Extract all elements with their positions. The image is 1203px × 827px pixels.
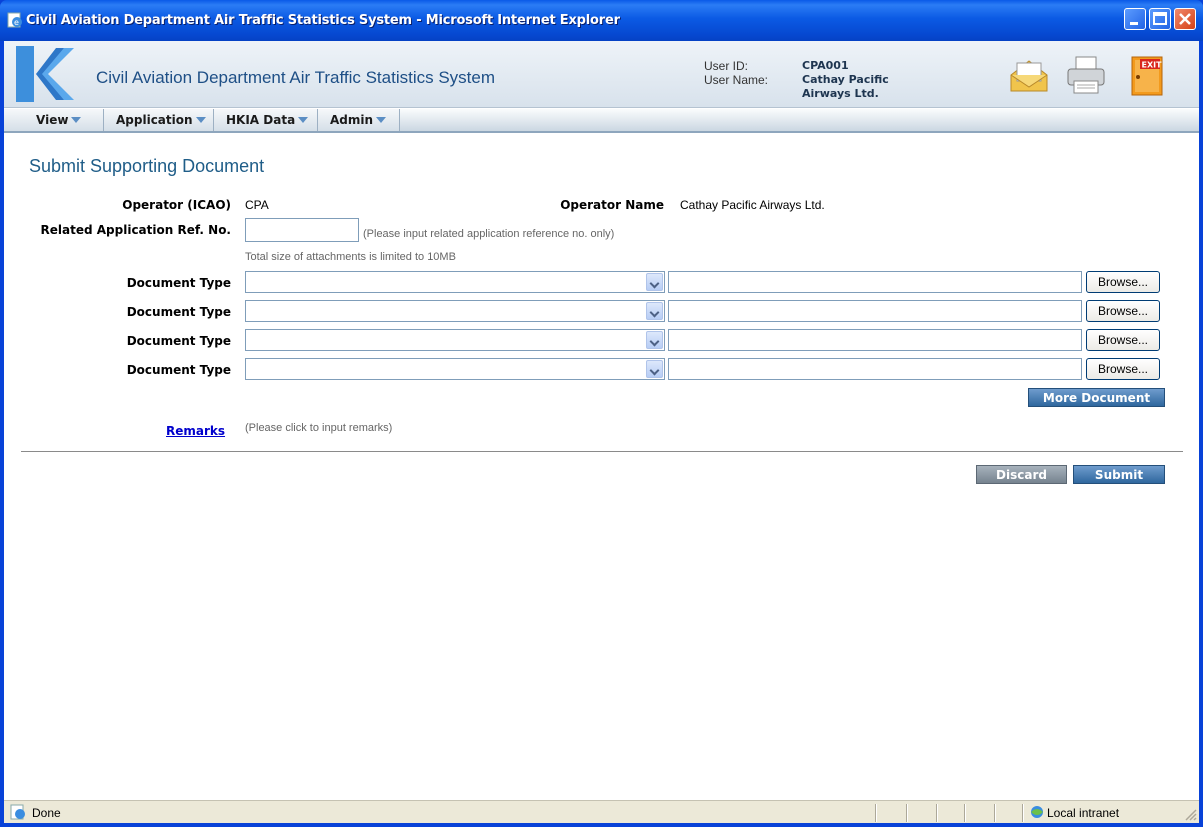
mail-icon[interactable] <box>1007 53 1051 97</box>
file-path-input[interactable] <box>668 329 1082 351</box>
app-title: Civil Aviation Department Air Traffic St… <box>96 68 496 87</box>
exit-icon[interactable]: EXIT <box>1124 53 1168 97</box>
maximize-icon <box>1153 12 1167 25</box>
close-button[interactable] <box>1174 8 1196 30</box>
browse-button[interactable]: Browse... <box>1086 300 1160 322</box>
user-id-label: User ID: <box>704 59 749 73</box>
menu-bar: View Application HKIA Data Admin <box>4 109 1199 133</box>
menu-view[interactable]: View <box>24 109 104 131</box>
menu-hkia-data[interactable]: HKIA Data <box>214 109 318 131</box>
ref-no-hint: (Please input related application refere… <box>363 228 615 240</box>
ref-no-input[interactable] <box>245 218 359 242</box>
operator-name-label: Operator Name <box>560 198 664 212</box>
file-path-input[interactable] <box>668 271 1082 293</box>
document-type-select[interactable] <box>245 271 665 293</box>
resize-grip-icon[interactable] <box>1184 808 1198 822</box>
chevron-down-icon <box>195 117 206 123</box>
menu-application[interactable]: Application <box>104 109 214 131</box>
chevron-down-icon <box>298 117 309 123</box>
close-icon <box>1179 13 1191 25</box>
document-type-label: Document Type <box>126 334 231 348</box>
status-divider <box>994 804 995 822</box>
printer-icon[interactable] <box>1064 53 1108 97</box>
document-type-select[interactable] <box>245 329 665 351</box>
minimize-icon <box>1130 22 1138 25</box>
divider <box>21 451 1183 452</box>
discard-button[interactable]: Discard <box>976 465 1067 484</box>
title-bar[interactable]: e Civil Aviation Department Air Traffic … <box>0 0 1203 41</box>
user-name-value-line2: Airways Ltd. <box>802 87 879 100</box>
chevron-down-icon[interactable] <box>646 273 663 291</box>
status-divider <box>1022 804 1023 822</box>
ie-page-icon <box>10 804 25 820</box>
remarks-hint: (Please click to input remarks) <box>245 422 393 434</box>
menu-hkia-data-label: HKIA Data <box>226 113 296 127</box>
document-type-select[interactable] <box>245 300 665 322</box>
size-limit-hint: Total size of attachments is limited to … <box>245 251 456 263</box>
menu-view-label: View <box>36 113 69 127</box>
browse-button[interactable]: Browse... <box>1086 358 1160 380</box>
status-divider <box>964 804 965 822</box>
app-header: Civil Aviation Department Air Traffic St… <box>4 41 1199 108</box>
status-text: Done <box>32 806 61 820</box>
file-path-input[interactable] <box>668 300 1082 322</box>
status-divider <box>936 804 937 822</box>
menu-admin-label: Admin <box>330 113 374 127</box>
status-bar: Done Local intranet <box>4 800 1199 823</box>
exit-icon-label: EXIT <box>1142 61 1163 70</box>
operator-icao-label: Operator (ICAO) <box>122 198 231 212</box>
status-divider <box>875 804 876 822</box>
page-title: Submit Supporting Document <box>29 156 265 176</box>
file-path-input[interactable] <box>668 358 1082 380</box>
security-zone: Local intranet <box>1047 806 1120 820</box>
svg-text:e: e <box>14 18 19 27</box>
operator-name-value: Cathay Pacific Airways Ltd. <box>680 198 825 212</box>
browser-window: e Civil Aviation Department Air Traffic … <box>0 0 1203 827</box>
user-name-value-line1: Cathay Pacific <box>802 73 889 86</box>
browse-button[interactable]: Browse... <box>1086 329 1160 351</box>
cad-logo-icon <box>16 46 74 102</box>
minimize-button[interactable] <box>1124 8 1146 30</box>
chevron-down-icon[interactable] <box>646 302 663 320</box>
menu-application-label: Application <box>116 113 193 127</box>
document-type-label: Document Type <box>126 363 231 377</box>
chevron-down-icon <box>376 117 387 123</box>
chevron-down-icon <box>71 117 82 123</box>
menu-left-edge <box>4 109 24 131</box>
menu-admin[interactable]: Admin <box>318 109 400 131</box>
user-name-label: User Name: <box>704 73 769 87</box>
browse-button[interactable]: Browse... <box>1086 271 1160 293</box>
browser-content: Civil Aviation Department Air Traffic St… <box>4 41 1199 800</box>
chevron-down-icon[interactable] <box>646 360 663 378</box>
user-id-value: CPA001 <box>802 59 849 72</box>
status-divider <box>906 804 907 822</box>
chevron-down-icon[interactable] <box>646 331 663 349</box>
document-type-select[interactable] <box>245 358 665 380</box>
ie-page-icon: e <box>7 12 22 28</box>
window-title: Civil Aviation Department Air Traffic St… <box>26 13 620 28</box>
more-document-button[interactable]: More Document <box>1028 388 1165 407</box>
maximize-button[interactable] <box>1149 8 1171 30</box>
submit-button[interactable]: Submit <box>1073 465 1165 484</box>
operator-icao-value: CPA <box>245 198 269 212</box>
local-intranet-icon <box>1031 806 1043 818</box>
document-type-label: Document Type <box>126 305 231 319</box>
document-type-label: Document Type <box>126 276 231 290</box>
ref-no-label: Related Application Ref. No. <box>40 223 231 237</box>
remarks-link[interactable]: Remarks <box>166 424 225 438</box>
